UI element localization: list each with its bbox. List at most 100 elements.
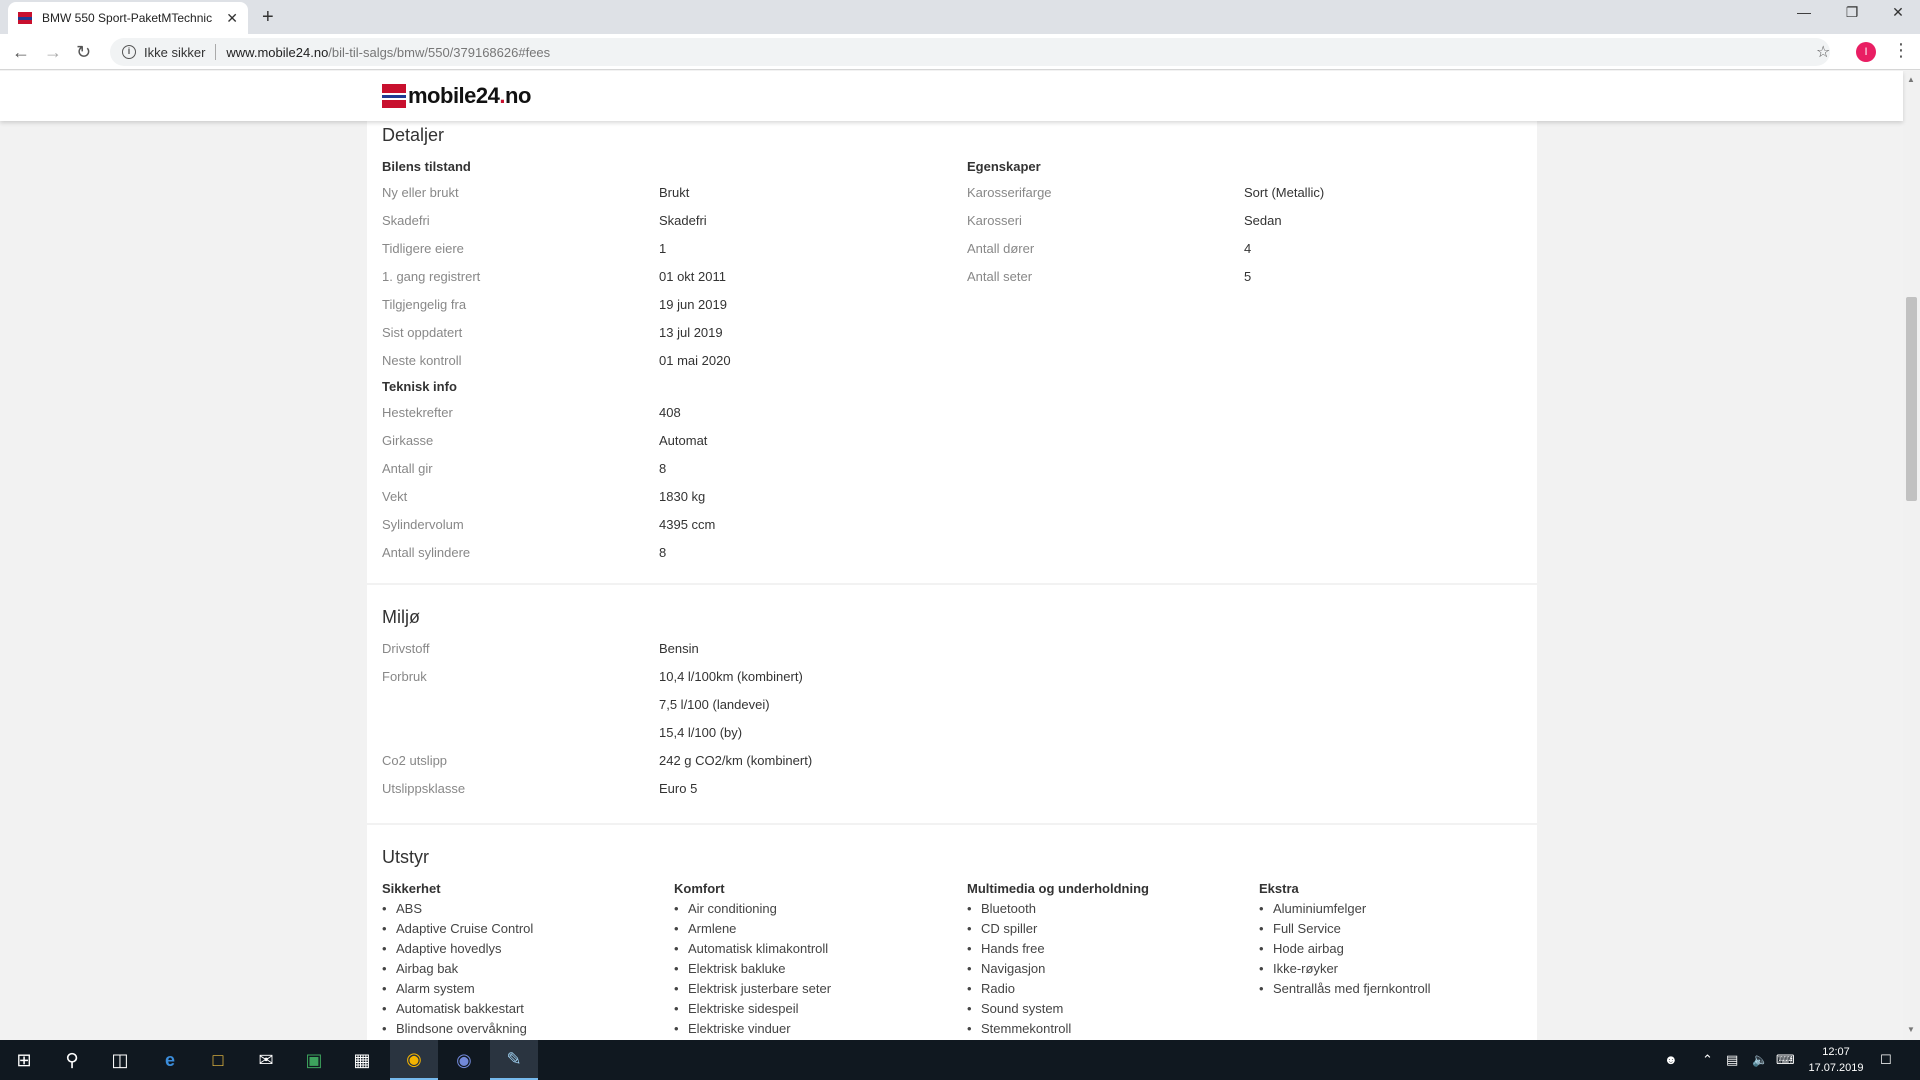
search-icon[interactable]: ⚲: [48, 1040, 96, 1080]
detail-value: 1830 kg: [659, 489, 706, 504]
task-view-icon[interactable]: ◫: [96, 1040, 144, 1080]
address-bar[interactable]: i Ikke sikker www.mobile24.no/bil-til-sa…: [110, 38, 1830, 66]
restore-icon[interactable]: ❐: [1832, 4, 1872, 21]
edge-icon[interactable]: e: [146, 1040, 194, 1080]
equipment-list-safety: ABS Adaptive Cruise Control Adaptive hov…: [382, 899, 533, 1039]
detail-value: Brukt: [659, 185, 690, 200]
env-value: 15,4 l/100 (by): [659, 725, 743, 740]
detail-label: Girkasse: [382, 433, 434, 448]
site-favicon-icon: [18, 12, 32, 24]
app-icon[interactable]: ▣: [290, 1040, 338, 1080]
detail-label: Sist oppdatert: [382, 325, 463, 340]
list-item: Bluetooth: [967, 899, 1071, 919]
site-logo[interactable]: mobile24.no: [382, 83, 531, 109]
props-heading: Egenskaper: [967, 159, 1041, 174]
env-value: 7,5 l/100 (landevei): [659, 697, 770, 712]
detail-value: 01 okt 2011: [659, 269, 726, 284]
list-item: Ikke-røyker: [1259, 959, 1431, 979]
detail-label: Tidligere eiere: [382, 241, 464, 256]
detail-label: Karosseri: [967, 213, 1022, 228]
notifications-icon[interactable]: ☐: [1880, 1052, 1892, 1068]
list-item: Sentrallås med fjernkontroll: [1259, 979, 1431, 999]
browser-menu-icon[interactable]: ⋮: [1892, 40, 1910, 61]
scroll-thumb[interactable]: [1906, 297, 1917, 501]
new-tab-button[interactable]: +: [262, 6, 274, 29]
list-item: CD spiller: [967, 919, 1071, 939]
people-icon[interactable]: ☻: [1664, 1052, 1678, 1067]
keyboard-icon[interactable]: ⌨: [1776, 1052, 1795, 1068]
url-host: www.mobile24.no: [226, 44, 329, 60]
detail-value: 8: [659, 545, 667, 560]
store-icon[interactable]: ▦: [338, 1040, 386, 1080]
env-value: 242 g CO2/km (kombinert): [659, 753, 813, 768]
detail-label: Antall sylindere: [382, 545, 471, 560]
site-header: mobile24.no: [0, 71, 1903, 121]
info-icon[interactable]: i: [122, 45, 136, 59]
detail-label: Antall dører: [967, 241, 1035, 256]
env-value: Bensin: [659, 641, 699, 656]
detail-value: 8: [659, 461, 667, 476]
windows-start-icon[interactable]: ⊞: [0, 1040, 48, 1080]
taskbar-clock[interactable]: 12:07 17.07.2019: [1806, 1044, 1866, 1076]
detail-label: Skadefri: [382, 213, 430, 228]
profile-avatar[interactable]: I: [1856, 42, 1876, 62]
detail-value: Sedan: [1244, 213, 1282, 228]
detail-value: 19 jun 2019: [659, 297, 727, 312]
network-icon[interactable]: ▤: [1726, 1052, 1738, 1068]
list-item: Airbag bak: [382, 959, 533, 979]
window-close-icon[interactable]: ✕: [1878, 4, 1918, 21]
detail-label: Karosserifarge: [967, 185, 1052, 200]
chrome-icon[interactable]: ◉: [390, 1040, 438, 1080]
env-label: Drivstoff: [382, 641, 430, 656]
list-item: Navigasjon: [967, 959, 1071, 979]
scroll-up-icon[interactable]: ▲: [1907, 75, 1915, 84]
discord-icon[interactable]: ◉: [440, 1040, 488, 1080]
equipment-card: Utstyr Sikkerhet ABS Adaptive Cruise Con…: [367, 825, 1537, 1040]
equipment-list-multimedia: Bluetooth CD spiller Hands free Navigasj…: [967, 899, 1071, 1039]
list-item: Aluminiumfelger: [1259, 899, 1431, 919]
minimize-icon[interactable]: —: [1784, 4, 1824, 20]
url-text[interactable]: www.mobile24.no/bil-til-salgs/bmw/550/37…: [226, 45, 550, 60]
paint-icon[interactable]: ✎: [490, 1040, 538, 1080]
condition-heading: Bilens tilstand: [382, 159, 471, 174]
url-path: /bil-til-salgs/bmw/550/379168626#fees: [328, 44, 551, 60]
bookmark-star-icon[interactable]: ☆: [1816, 42, 1830, 62]
tab-close-icon[interactable]: ✕: [226, 10, 238, 27]
list-item: Armlene: [674, 919, 831, 939]
list-item: Adaptive Cruise Control: [382, 919, 533, 939]
file-explorer-icon[interactable]: □: [194, 1040, 242, 1080]
details-title: Detaljer: [382, 125, 445, 145]
detail-value: Skadefri: [659, 213, 707, 228]
detail-value: 408: [659, 405, 681, 420]
environment-title: Miljø: [382, 607, 420, 627]
mail-icon[interactable]: ✉: [242, 1040, 290, 1080]
tray-chevron-icon[interactable]: ⌃: [1702, 1052, 1713, 1068]
detail-value: 4395 ccm: [659, 517, 716, 532]
detail-value: 1: [659, 241, 667, 256]
back-icon[interactable]: ←: [12, 42, 30, 63]
browser-tabstrip: BMW 550 Sport-PaketMTechnic ✕ + — ❐ ✕: [0, 0, 1920, 34]
equipment-heading: Ekstra: [1259, 881, 1299, 896]
list-item: Alarm system: [382, 979, 533, 999]
reload-icon[interactable]: ↻: [76, 42, 91, 63]
scroll-down-icon[interactable]: ▼: [1907, 1025, 1915, 1034]
logo-text: mobile24.no: [408, 83, 531, 109]
windows-taskbar: ⊞ ⚲ ◫ e □ ✉ ▣ ▦ ◉ ◉ ✎ ☻ ⌃ ▤ 🔈 ⌨ 12:07 17…: [0, 1040, 1920, 1080]
equipment-list-comfort: Air conditioning Armlene Automatisk klim…: [674, 899, 831, 1039]
page-scrollbar[interactable]: ▲ ▼: [1903, 71, 1920, 1040]
equipment-heading: Multimedia og underholdning: [967, 881, 1149, 896]
volume-icon[interactable]: 🔈: [1752, 1052, 1768, 1068]
forward-icon[interactable]: →: [44, 42, 62, 63]
page-viewport: mobile24.no Detaljer Bilens tilstand Ny …: [0, 71, 1920, 1040]
list-item: Adaptive hovedlys: [382, 939, 533, 959]
detail-label: Tilgjengelig fra: [382, 297, 467, 312]
list-item: Elektriske sidespeil: [674, 999, 831, 1019]
browser-tab[interactable]: BMW 550 Sport-PaketMTechnic ✕: [8, 2, 248, 34]
list-item: Elektrisk bakluke: [674, 959, 831, 979]
equipment-title: Utstyr: [382, 847, 429, 867]
clock-time: 12:07: [1822, 1046, 1850, 1058]
detail-value: Sort (Metallic): [1244, 185, 1325, 200]
tech-heading: Teknisk info: [382, 379, 457, 394]
divider: [215, 44, 217, 60]
detail-label: Hestekrefter: [382, 405, 453, 420]
